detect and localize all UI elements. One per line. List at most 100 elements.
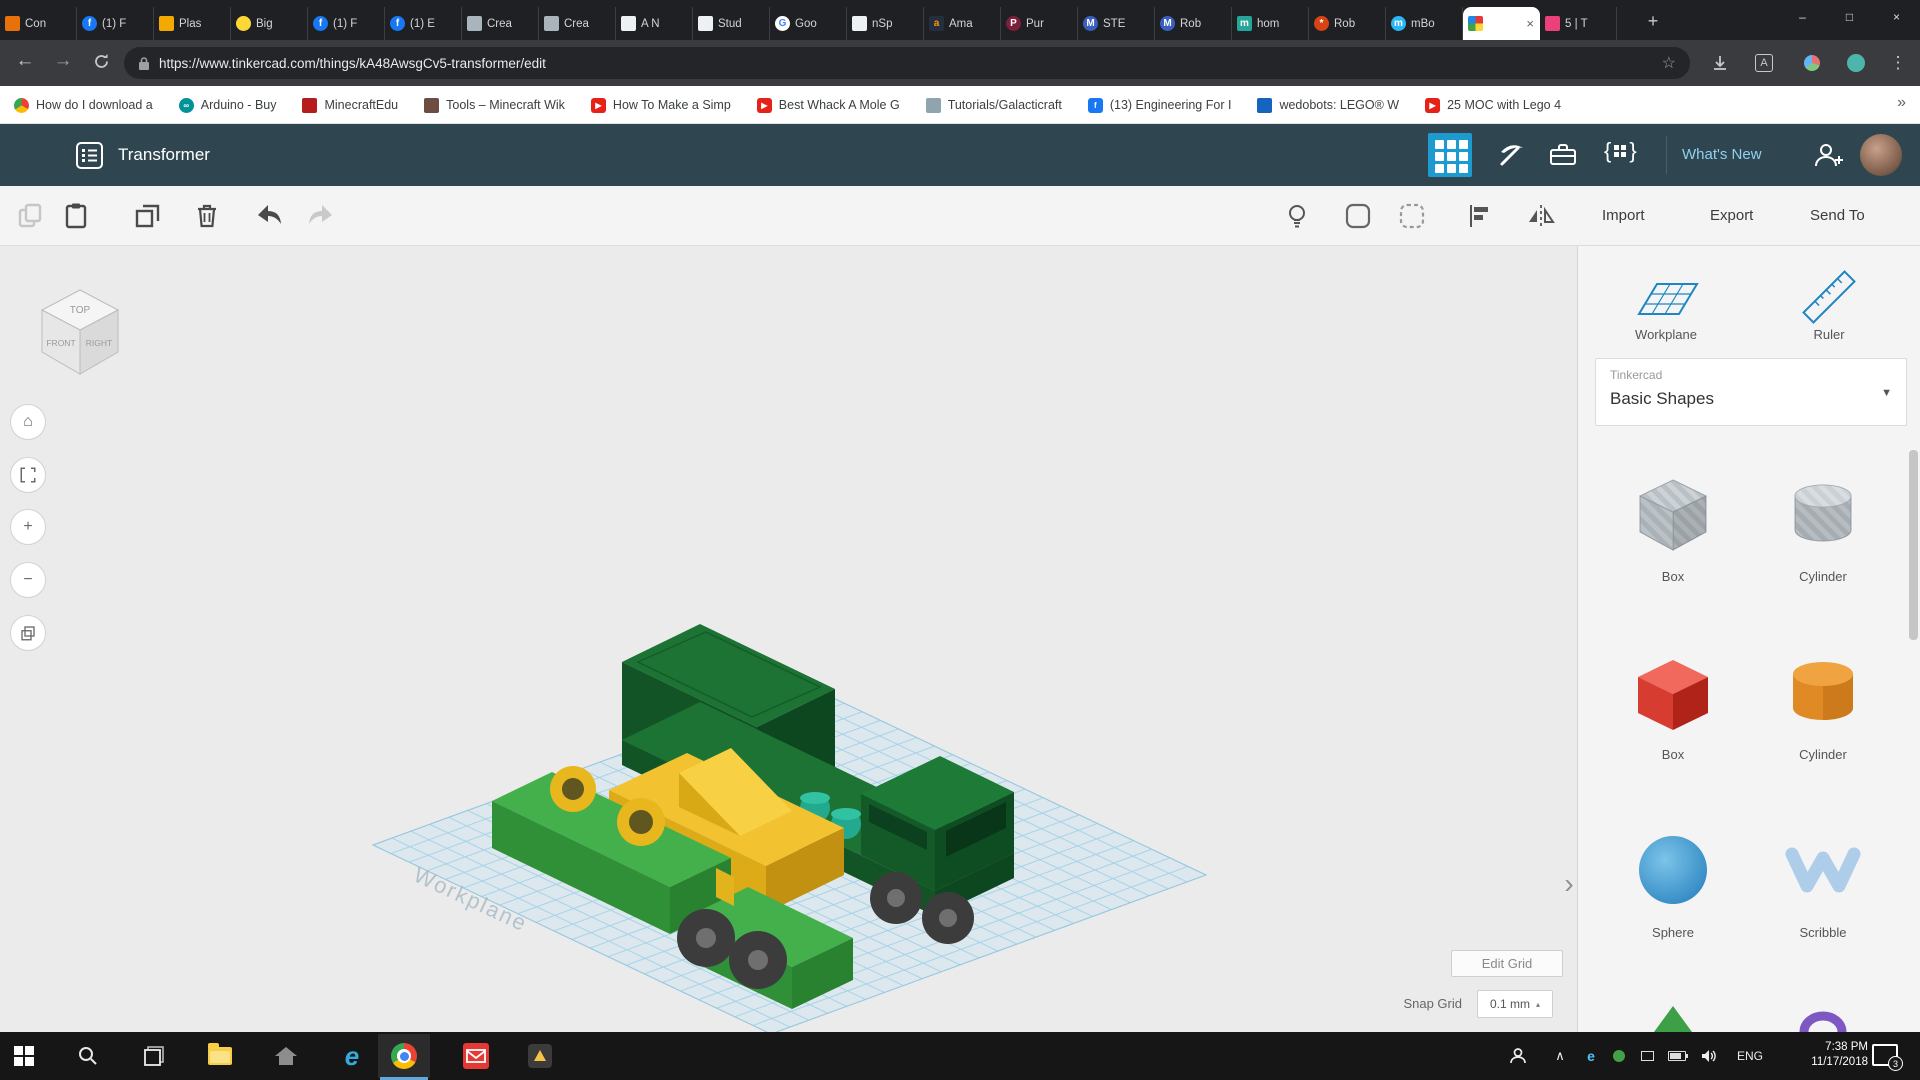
shape-cylinder-orange[interactable]: Cylinder (1763, 646, 1883, 762)
window-maximize-button[interactable]: □ (1826, 0, 1873, 34)
refresh-button[interactable] (88, 53, 114, 76)
bookmark-item[interactable]: ▶ How To Make a Simp (591, 98, 731, 113)
align-icon[interactable] (1466, 202, 1494, 235)
zoom-out-button[interactable]: − (10, 562, 46, 598)
browser-tab[interactable]: Crea × (462, 7, 539, 40)
dashboard-grid-button[interactable] (1428, 133, 1472, 177)
paste-icon[interactable] (62, 202, 90, 235)
clock[interactable]: 7:38 PM 11/17/2018 (1782, 1040, 1868, 1070)
bookmark-star-icon[interactable]: ☆ (1662, 53, 1676, 73)
fit-view-button[interactable] (10, 457, 46, 493)
browser-tab[interactable]: Con × (0, 7, 77, 40)
zoom-in-button[interactable]: + (10, 509, 46, 545)
codeblocks-icon[interactable]: { } (1604, 138, 1637, 164)
battery-icon[interactable] (1662, 1032, 1692, 1080)
new-tab-button[interactable]: + (1640, 8, 1666, 34)
back-button[interactable]: ← (12, 50, 38, 72)
window-close-button[interactable]: × (1873, 0, 1920, 34)
workplane-tool[interactable]: Workplane (1606, 270, 1726, 342)
bookmark-item[interactable]: Tutorials/Galacticraft (926, 98, 1062, 113)
bookmarks-overflow-icon[interactable]: » (1897, 94, 1906, 112)
shape-scribble[interactable]: Scribble (1763, 824, 1883, 940)
browser-tab[interactable]: Stud × (693, 7, 770, 40)
mail-icon[interactable] (452, 1032, 500, 1080)
window-minimize-button[interactable]: – (1779, 0, 1826, 34)
tray-green-icon[interactable] (1606, 1032, 1632, 1080)
undo-icon[interactable] (254, 202, 284, 235)
profile-avatar[interactable] (1842, 49, 1870, 77)
browser-tab[interactable]: a Ama × (924, 7, 1001, 40)
browser-tab[interactable]: Plas × (154, 7, 231, 40)
tinkercad-logo[interactable] (8, 131, 55, 178)
view-cube-right-label[interactable]: RIGHT (86, 338, 112, 348)
shape-category-dropdown[interactable]: Tinkercad Basic Shapes ▼ (1595, 358, 1907, 426)
lightbulb-icon[interactable] (1284, 202, 1310, 235)
shape-box-red[interactable]: Box (1613, 646, 1733, 762)
browser-tab[interactable]: M STE × (1078, 7, 1155, 40)
browser-tab[interactable]: 5 | T × (1540, 7, 1617, 40)
file-explorer-icon[interactable] (196, 1032, 244, 1080)
browser-tab[interactable]: A N × (616, 7, 693, 40)
duplicate-icon[interactable] (134, 202, 162, 235)
tray-expand-icon[interactable]: ∧ (1546, 1032, 1574, 1080)
start-button[interactable] (0, 1032, 48, 1080)
browser-tab[interactable]: f (1) E × (385, 7, 462, 40)
download-icon[interactable] (1706, 49, 1734, 77)
edge-icon[interactable]: e (328, 1032, 376, 1080)
design-menu-icon[interactable] (76, 142, 103, 174)
tray-dropbox-icon[interactable] (1634, 1032, 1660, 1080)
extension-icon[interactable] (1798, 49, 1826, 77)
bookmark-item[interactable]: f (13) Engineering For I (1088, 98, 1232, 113)
browser-tab[interactable]: Crea × (539, 7, 616, 40)
whats-new-link[interactable]: What's New (1682, 146, 1762, 163)
forward-button[interactable]: → (50, 50, 76, 72)
browser-tab[interactable]: m mBo × (1386, 7, 1463, 40)
url-text[interactable]: https://www.tinkercad.com/things/kA48Aws… (159, 56, 546, 71)
tab-close-icon[interactable]: × (1526, 16, 1534, 31)
bookmark-item[interactable]: ▶ Best Whack A Mole G (757, 98, 900, 113)
browser-tab[interactable]: f (1) F × (308, 7, 385, 40)
people-icon[interactable] (1498, 1032, 1538, 1080)
import-button[interactable]: Import (1592, 186, 1655, 245)
shape-cylinder-striped[interactable]: Cylinder (1763, 468, 1883, 584)
home-view-button[interactable]: ⌂ (10, 404, 46, 440)
snap-grid-dropdown[interactable]: 0.1 mm ▴ (1477, 990, 1553, 1018)
bookmark-item[interactable]: ∞ Arduino - Buy (179, 98, 277, 113)
export-button[interactable]: Export (1700, 186, 1763, 245)
redo-icon[interactable] (306, 202, 336, 235)
translate-icon[interactable]: A (1750, 49, 1778, 77)
tray-edge-icon[interactable]: e (1578, 1032, 1604, 1080)
browser-tab[interactable]: M Rob × (1155, 7, 1232, 40)
bookmark-item[interactable]: MinecraftEdu (302, 98, 398, 113)
hidden-shape-icon[interactable] (1398, 202, 1426, 235)
view-cube-front-label[interactable]: FRONT (46, 338, 75, 348)
action-center-icon[interactable]: 3 (1872, 1044, 1898, 1066)
bookmark-item[interactable]: ▶ 25 MOC with Lego 4 (1425, 98, 1561, 113)
design-canvas[interactable]: Workplane TOP FRONT RIGHT ⌂ + − Edit Gri… (0, 246, 1577, 1032)
show-shape-icon[interactable] (1344, 202, 1372, 235)
browser-tab[interactable]: * Rob × (1309, 7, 1386, 40)
browser-tab[interactable]: f (1) F × (77, 7, 154, 40)
user-avatar[interactable] (1860, 134, 1902, 176)
design-title[interactable]: Transformer (118, 145, 210, 165)
ruler-tool[interactable]: Ruler (1769, 270, 1889, 342)
view-cube-top-label[interactable]: TOP (70, 305, 91, 316)
collapse-panel-icon[interactable]: › (1552, 858, 1586, 910)
browser-tab[interactable]: Big × (231, 7, 308, 40)
add-user-icon[interactable] (1812, 140, 1846, 175)
address-bar[interactable]: https://www.tinkercad.com/things/kA48Aws… (124, 47, 1690, 79)
bookmark-item[interactable]: How do I download a (14, 98, 153, 113)
workplane-scene[interactable]: Workplane (0, 246, 1577, 1032)
browser-tab[interactable]: × (1463, 7, 1540, 40)
view-cube[interactable]: TOP FRONT RIGHT (28, 280, 132, 384)
chrome-icon[interactable] (380, 1032, 428, 1080)
mirror-icon[interactable] (1526, 202, 1556, 235)
bookmark-item[interactable]: Tools – Minecraft Wik (424, 98, 565, 113)
shape-sphere[interactable]: Sphere (1613, 824, 1733, 940)
pickaxe-icon[interactable] (1496, 139, 1526, 174)
shape-box-striped[interactable]: Box (1613, 468, 1733, 584)
panel-scrollbar[interactable] (1909, 450, 1918, 640)
edit-grid-button[interactable]: Edit Grid (1451, 950, 1563, 977)
browser-tab[interactable]: m hom × (1232, 7, 1309, 40)
send-to-button[interactable]: Send To (1800, 186, 1875, 245)
